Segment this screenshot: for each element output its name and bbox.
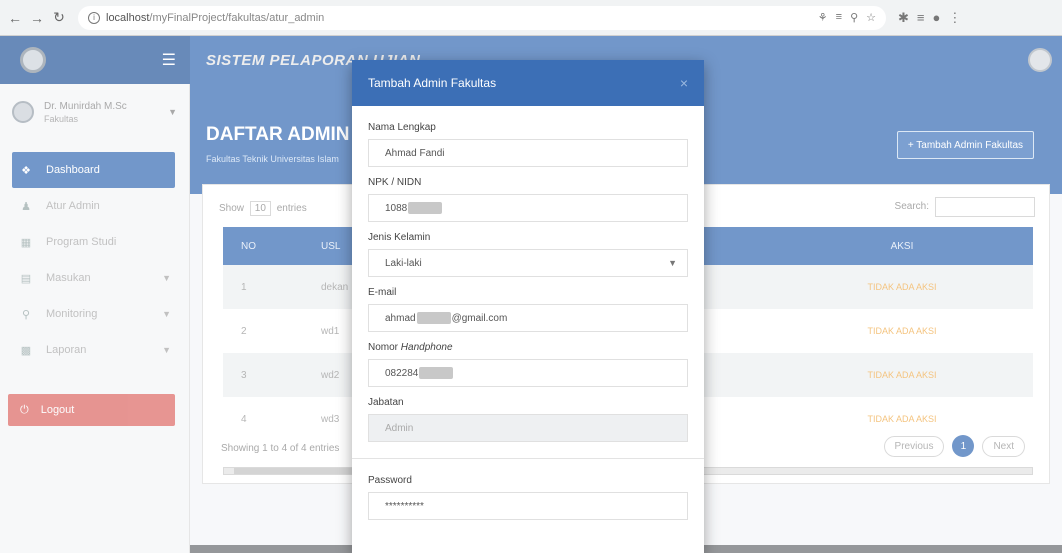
browser-toolbar: ← → ↻ i localhost/myFinalProject/fakulta… [0, 0, 1062, 36]
password-input[interactable]: ********** [368, 492, 688, 520]
field-handphone: Nomor Handphone 082284 [368, 342, 688, 387]
zoom-icon[interactable]: ⚲ [850, 11, 858, 24]
password-label: Password [368, 475, 412, 486]
info-icon[interactable]: i [88, 11, 100, 24]
extension-icon[interactable]: ✱ [898, 10, 909, 26]
redaction [408, 202, 443, 214]
forward-icon[interactable]: → [28, 9, 46, 27]
hp-label: Nomor Handphone [368, 342, 688, 353]
jk-select[interactable]: Laki-laki ▼ [368, 249, 688, 277]
hp-label-em: Handphone [400, 342, 453, 353]
divider [352, 458, 704, 459]
star-icon[interactable]: ☆ [866, 11, 876, 24]
key-icon[interactable]: ⚘ [818, 11, 828, 24]
address-bar[interactable]: i localhost/myFinalProject/fakultas/atur… [78, 5, 886, 30]
email-suffix: @gmail.com [451, 312, 508, 324]
reload-icon[interactable]: ↻ [50, 9, 68, 27]
redaction [419, 367, 454, 379]
nama-input[interactable]: Ahmad Fandi [368, 139, 688, 167]
jabatan-input: Admin [368, 414, 688, 442]
redaction [416, 312, 451, 324]
back-icon[interactable]: ← [6, 9, 24, 27]
npk-input[interactable]: 1088 [368, 194, 688, 222]
npk-value: 1088 [385, 202, 408, 214]
modal-header: Tambah Admin Fakultas × [352, 60, 704, 106]
jabatan-label: Jabatan [368, 397, 404, 408]
email-field[interactable]: ahmad @gmail.com [368, 304, 688, 332]
translate-icon[interactable]: ≡ [836, 11, 842, 24]
jk-label: Jenis Kelamin [368, 232, 431, 243]
field-jenis-kelamin: Jenis Kelamin Laki-laki ▼ [368, 232, 688, 277]
close-icon[interactable]: × [680, 75, 688, 91]
queue-icon[interactable]: ≡ [917, 10, 925, 26]
field-npk: NPK / NIDN 1088 [368, 177, 688, 222]
npk-label: NPK / NIDN [368, 177, 422, 188]
url-host: localhost [106, 11, 150, 24]
add-admin-modal: Tambah Admin Fakultas × Nama Lengkap Ahm… [352, 60, 704, 553]
field-jabatan: Jabatan Admin [368, 397, 688, 442]
hp-value: 082284 [385, 367, 419, 379]
modal-title: Tambah Admin Fakultas [368, 76, 497, 90]
field-nama: Nama Lengkap Ahmad Fandi [368, 122, 688, 167]
profile-icon[interactable]: ● [933, 10, 941, 26]
email-prefix: ahmad [385, 312, 416, 324]
modal-body: Nama Lengkap Ahmad Fandi NPK / NIDN 1088… [352, 106, 704, 520]
field-password: Password ********** [368, 475, 688, 520]
field-email: E-mail ahmad @gmail.com [368, 287, 688, 332]
hp-input[interactable]: 082284 [368, 359, 688, 387]
menu-icon[interactable]: ⋮ [948, 10, 961, 26]
url-path: /myFinalProject/fakultas/atur_admin [149, 11, 325, 24]
email-label: E-mail [368, 287, 397, 298]
chevron-down-icon: ▼ [668, 258, 677, 268]
hp-label-prefix: Nomor [368, 342, 399, 353]
jk-value: Laki-laki [385, 257, 422, 269]
nama-label: Nama Lengkap [368, 122, 436, 133]
